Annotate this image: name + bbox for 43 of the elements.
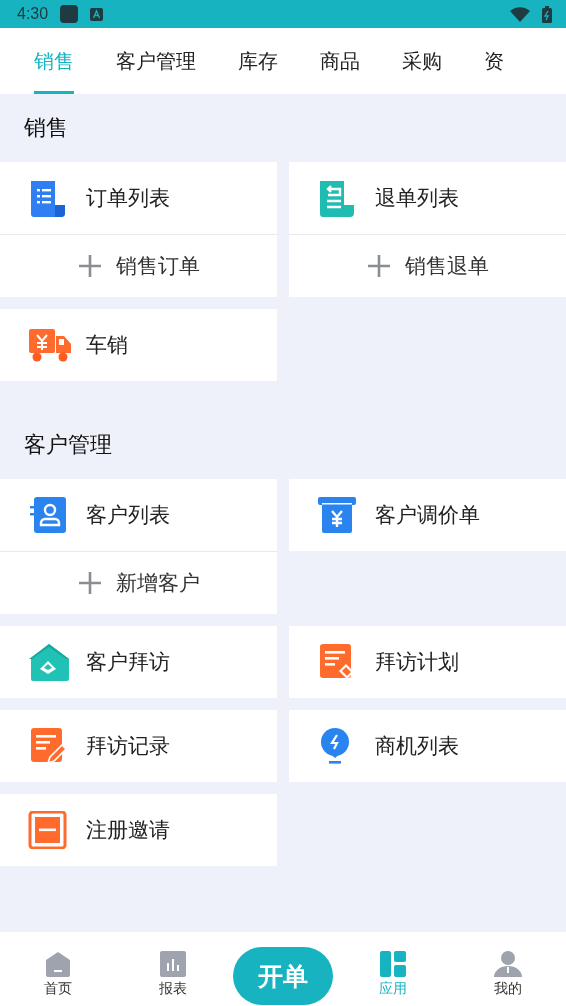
- house-icon: [28, 643, 70, 681]
- menu-item[interactable]: 商机列表: [375, 732, 459, 760]
- menu-item[interactable]: 客户列表: [86, 501, 170, 529]
- category-tab[interactable]: 采购: [402, 28, 442, 94]
- return-list-icon: [317, 179, 357, 217]
- add-button[interactable]: 销售订单: [0, 234, 277, 297]
- wifi-icon: [510, 6, 530, 22]
- menu-item[interactable]: 退单列表: [375, 184, 459, 212]
- keyboard-notification-icon: [90, 7, 104, 21]
- nav-tab[interactable]: 报表: [115, 932, 232, 1006]
- category-tab[interactable]: 库存: [238, 28, 278, 94]
- plus-icon: [77, 254, 102, 278]
- nav-tab[interactable]: 我的: [450, 932, 566, 1006]
- app-notification-icon: [60, 5, 79, 23]
- truck-icon: [28, 327, 72, 363]
- category-tab[interactable]: 商品: [320, 28, 360, 94]
- plus-icon: [77, 571, 102, 595]
- apps-grid-icon: [379, 951, 406, 977]
- menu-item[interactable]: 拜访记录: [86, 732, 170, 760]
- category-tab[interactable]: 客户管理: [116, 28, 196, 94]
- menu-item[interactable]: 注册邀请: [86, 816, 170, 844]
- menu-item[interactable]: 拜访计划: [375, 648, 459, 676]
- battery-charging-icon: [542, 5, 552, 23]
- home-icon: [44, 951, 71, 977]
- add-button[interactable]: 销售退单: [289, 234, 566, 297]
- contact-card-icon: [28, 496, 68, 534]
- frame-icon: [28, 811, 68, 849]
- list-document-icon: [28, 179, 68, 217]
- nav-tab[interactable]: 首页: [0, 932, 116, 1006]
- menu-item[interactable]: 客户拜访: [86, 648, 170, 676]
- note-pen-icon: [28, 727, 68, 765]
- status-time: 4:30: [17, 5, 49, 23]
- bar-chart-icon: [160, 951, 187, 977]
- menu-item[interactable]: 车销: [86, 331, 128, 359]
- category-tab[interactable]: 资: [484, 28, 504, 94]
- plus-icon: [366, 254, 391, 278]
- section-title: 销售: [23, 114, 69, 142]
- menu-item[interactable]: 订单列表: [86, 184, 170, 212]
- menu-item[interactable]: 客户调价单: [375, 501, 480, 529]
- user-icon: [494, 951, 523, 977]
- price-ticket-icon: [317, 496, 357, 534]
- add-button[interactable]: 新增客户: [0, 551, 277, 614]
- section-title: 客户管理: [23, 431, 113, 459]
